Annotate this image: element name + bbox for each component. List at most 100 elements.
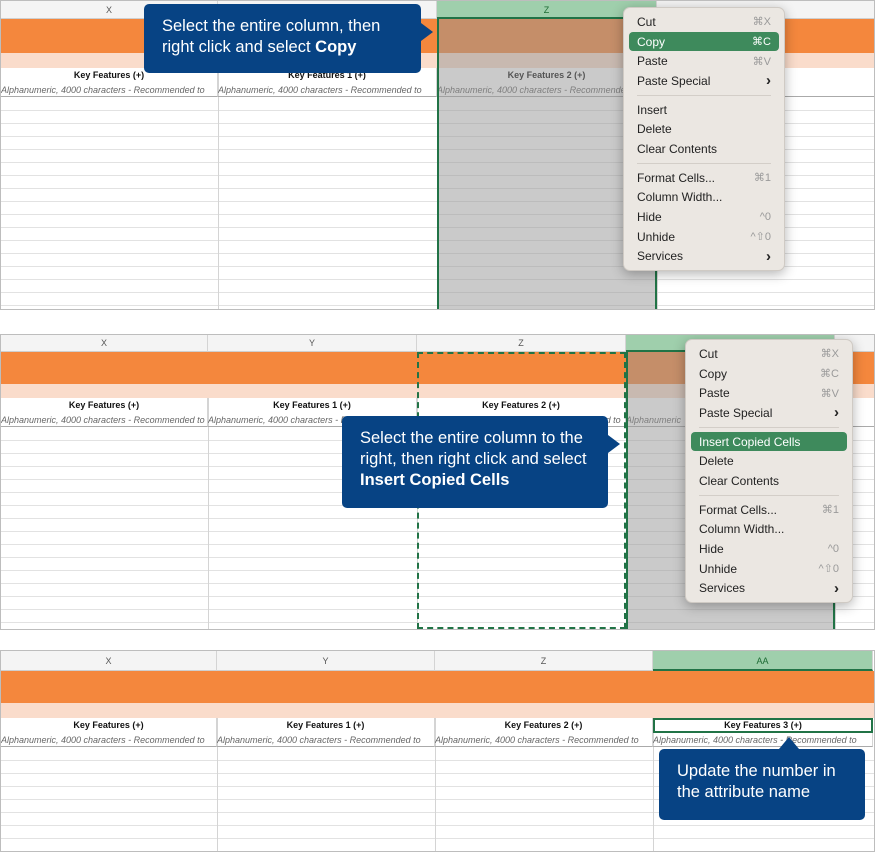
callout-bold-text: Insert Copied Cells: [360, 471, 510, 489]
attribute-name-cell[interactable]: Key Features 2 (+): [435, 718, 653, 733]
chevron-right-icon: ›: [834, 404, 839, 422]
attribute-description-cell[interactable]: Alphanumeric, 4000 characters - Recommen…: [217, 733, 435, 747]
shortcut-label: ^⇧0: [750, 231, 772, 244]
menu-separator: [699, 494, 839, 496]
menu-item-clear-contents[interactable]: Clear Contents: [691, 471, 847, 491]
menu-item-cut[interactable]: Cut ⌘X: [691, 344, 847, 364]
menu-item-copy[interactable]: Copy ⌘C: [629, 31, 779, 52]
menu-item-label: Paste: [637, 54, 668, 69]
grid-row-line: [1, 825, 874, 826]
chevron-right-icon: ›: [834, 579, 839, 597]
column-header-AA[interactable]: AA: [653, 651, 873, 671]
menu-separator: [699, 426, 839, 428]
menu-item-label: Copy: [637, 34, 666, 49]
menu-item-label: Clear Contents: [637, 141, 718, 156]
callout-arrow: [779, 737, 799, 749]
shortcut-label: ^⇧0: [818, 563, 840, 576]
callout-text: Select the entire column to the right, t…: [360, 429, 587, 468]
menu-item-label: Copy: [699, 366, 728, 381]
menu-item-cut[interactable]: Cut ⌘X: [629, 12, 779, 32]
menu-item-insert-copied-cells[interactable]: Insert Copied Cells: [691, 431, 847, 452]
column-header-Z[interactable]: Z: [435, 651, 653, 671]
menu-item-label: Insert Copied Cells: [699, 434, 801, 449]
shortcut-label: ⌘X: [820, 348, 839, 361]
callout-text: Update the number in the attribute name: [677, 762, 836, 801]
menu-item-label: Delete: [699, 454, 734, 469]
menu-item-label: Hide: [699, 542, 724, 557]
attribute-name-cell[interactable]: Key Features 3 (+): [653, 718, 873, 733]
attribute-description-cell[interactable]: Alphanumeric, 4000 characters - Recommen…: [653, 733, 873, 747]
column-header-X[interactable]: X: [1, 335, 208, 352]
shortcut-label: ⌘V: [820, 387, 839, 400]
attribute-description-cell[interactable]: Alphanumeric, 4000 characters - Recommen…: [435, 733, 653, 747]
menu-item-column-width[interactable]: Column Width...: [691, 520, 847, 540]
shortcut-label: ⌘1: [821, 504, 839, 517]
menu-item-hide[interactable]: Hide ^0: [691, 539, 847, 559]
menu-separator: [637, 94, 771, 96]
shortcut-label: ⌘C: [752, 36, 771, 49]
menu-item-label: Cut: [699, 346, 718, 361]
menu-item-label: Hide: [637, 210, 662, 225]
menu-item-column-width[interactable]: Column Width...: [629, 188, 779, 208]
menu-item-format-cells[interactable]: Format Cells... ⌘1: [629, 168, 779, 188]
column-header-Y[interactable]: Y: [208, 335, 417, 352]
chevron-right-icon: ›: [766, 72, 771, 90]
shortcut-label: ⌘C: [820, 368, 839, 381]
menu-item-label: Column Width...: [699, 522, 785, 537]
menu-item-copy[interactable]: Copy ⌘C: [691, 364, 847, 384]
attribute-name-cell[interactable]: Key Features (+): [1, 718, 217, 733]
attribute-name-cell[interactable]: Key Features (+): [1, 398, 208, 413]
menu-item-services[interactable]: Services ›: [629, 247, 779, 267]
shortcut-label: ⌘X: [752, 16, 771, 29]
menu-item-label: Insert: [637, 102, 668, 117]
menu-item-label: Services: [637, 249, 684, 264]
instruction-callout: Select the entire column, then right cli…: [144, 4, 421, 73]
menu-item-label: Cut: [637, 14, 656, 29]
grid-row-line: [1, 838, 874, 839]
chevron-right-icon: ›: [766, 247, 771, 265]
menu-item-services[interactable]: Services ›: [691, 579, 847, 599]
menu-item-paste-special[interactable]: Paste Special ›: [691, 403, 847, 423]
peach-row: [1, 703, 874, 718]
menu-item-insert[interactable]: Insert: [629, 100, 779, 120]
menu-item-label: Paste Special: [699, 405, 773, 420]
menu-item-label: Column Width...: [637, 190, 723, 205]
attribute-description-cell[interactable]: Alphanumeric, 4000 characters - Recommen…: [1, 733, 217, 747]
attribute-name-cell[interactable]: Key Features 1 (+): [217, 718, 435, 733]
spreadsheet-panel-2: X Y Z Key Features (+) Alphanumeric, 4000 ch…: [0, 334, 875, 630]
menu-item-label: Format Cells...: [637, 170, 716, 185]
menu-item-paste-special[interactable]: Paste Special ›: [629, 71, 779, 91]
menu-item-unhide[interactable]: Unhide ^⇧0: [629, 227, 779, 247]
column-header-X[interactable]: X: [1, 651, 217, 671]
attribute-description-cell[interactable]: Alphanumeric, 4000 characters - Recommen…: [1, 413, 208, 427]
menu-item-delete[interactable]: Delete: [691, 451, 847, 471]
menu-separator: [637, 162, 771, 164]
grid-col-line: [208, 398, 209, 629]
menu-item-paste[interactable]: Paste ⌘V: [691, 383, 847, 403]
shortcut-label: ⌘V: [752, 55, 771, 68]
instruction-callout: Update the number in the attribute name: [659, 749, 865, 820]
menu-item-hide[interactable]: Hide ^0: [629, 207, 779, 227]
shortcut-label: ^0: [827, 543, 839, 556]
attribute-name-cell[interactable]: Key Features 1 (+): [208, 398, 417, 413]
shortcut-label: ^0: [759, 211, 771, 224]
menu-item-delete[interactable]: Delete: [629, 119, 779, 139]
menu-item-unhide[interactable]: Unhide ^⇧0: [691, 559, 847, 579]
grid-col-line: [218, 68, 219, 309]
column-header-Z[interactable]: Z: [417, 335, 626, 352]
menu-item-clear-contents[interactable]: Clear Contents: [629, 139, 779, 159]
menu-item-format-cells[interactable]: Format Cells... ⌘1: [691, 500, 847, 520]
instruction-callout: Select the entire column to the right, t…: [342, 416, 608, 508]
callout-arrow: [608, 435, 620, 453]
context-menu: Cut ⌘X Copy ⌘C Paste ⌘V Paste Special › Insert C…: [685, 339, 853, 604]
spreadsheet-panel-3: X Y Z AA Key Features (+) Alphanumeric, 4000 …: [0, 650, 875, 852]
attribute-description-cell[interactable]: Alphanumeric, 4000 characters - Recommen…: [1, 83, 218, 97]
column-header-Y[interactable]: Y: [217, 651, 435, 671]
menu-item-label: Unhide: [699, 561, 738, 576]
menu-item-paste[interactable]: Paste ⌘V: [629, 51, 779, 71]
menu-item-label: Services: [699, 581, 746, 596]
attribute-description-cell[interactable]: Alphanumeric, 4000 characters - Recommen…: [218, 83, 437, 97]
callout-arrow: [421, 23, 433, 41]
shortcut-label: ⌘1: [753, 172, 771, 185]
context-menu: Cut ⌘X Copy ⌘C Paste ⌘V Paste Special › Insert De…: [623, 7, 785, 272]
